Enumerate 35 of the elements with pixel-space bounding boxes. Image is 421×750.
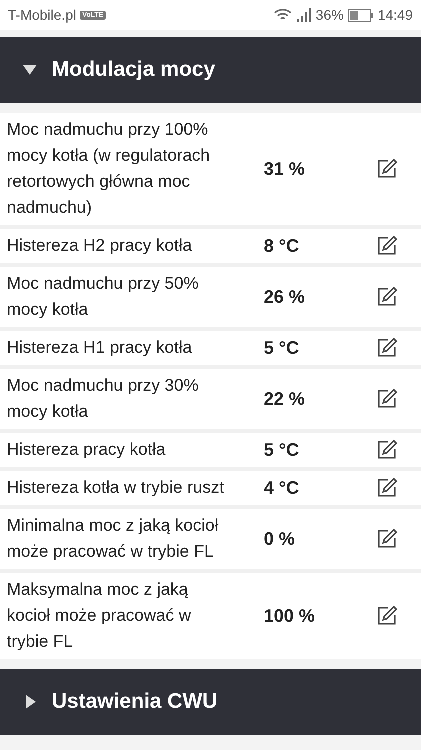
edit-icon[interactable]: [376, 158, 398, 180]
setting-value: 22 %: [263, 388, 306, 410]
battery-percent: 36%: [316, 7, 344, 23]
setting-value: 5 °C: [263, 338, 300, 358]
signal-icon: [296, 8, 312, 22]
setting-value: 0 %: [263, 528, 296, 550]
edit-icon[interactable]: [376, 388, 398, 410]
setting-label: Minimalna moc z jaką kocioł może pracować w trybie FL: [7, 515, 220, 563]
section-header[interactable]: Ustawienia CWU: [0, 669, 421, 735]
setting-value: 100 %: [263, 606, 316, 626]
setting-label: Histereza H1 pracy kotła: [7, 337, 194, 359]
section-header[interactable]: Modulacja mocy: [0, 37, 421, 103]
setting-value: 31 %: [263, 158, 306, 180]
setting-label: Histereza H2 pracy kotła: [7, 235, 194, 257]
setting-value: 8 °C: [263, 236, 300, 256]
setting-value: 5 °C: [263, 440, 300, 460]
setting-label: Moc nadmuchu przy 30% mocy kotła: [7, 375, 200, 423]
setting-value: 4 °C: [263, 478, 300, 498]
setting-label: Histereza pracy kotła: [7, 439, 167, 461]
setting-label: Histereza kotła w trybie ruszt: [7, 477, 226, 499]
setting-label: Maksymalna moc z jaką kocioł może pracować w trybie FL: [7, 579, 192, 653]
setting-label: Moc nadmuchu przy 100% mocy kotła (w regulatorach retortowych główna moc nadmuchu): [7, 119, 212, 219]
wifi-icon: [274, 8, 292, 22]
edit-icon[interactable]: [376, 605, 398, 627]
carrier-name: T-Mobile.pl: [8, 7, 76, 23]
edit-icon[interactable]: [376, 286, 398, 308]
edit-icon[interactable]: [376, 235, 398, 257]
battery-icon: [348, 8, 374, 22]
clock-time: 14:49: [378, 7, 413, 23]
setting-value: 26 %: [263, 286, 306, 308]
edit-icon[interactable]: [376, 528, 398, 550]
edit-icon[interactable]: [376, 477, 398, 499]
edit-icon[interactable]: [376, 337, 398, 359]
setting-label: Moc nadmuchu przy 50% mocy kotła: [7, 273, 200, 321]
edit-icon[interactable]: [376, 439, 398, 461]
